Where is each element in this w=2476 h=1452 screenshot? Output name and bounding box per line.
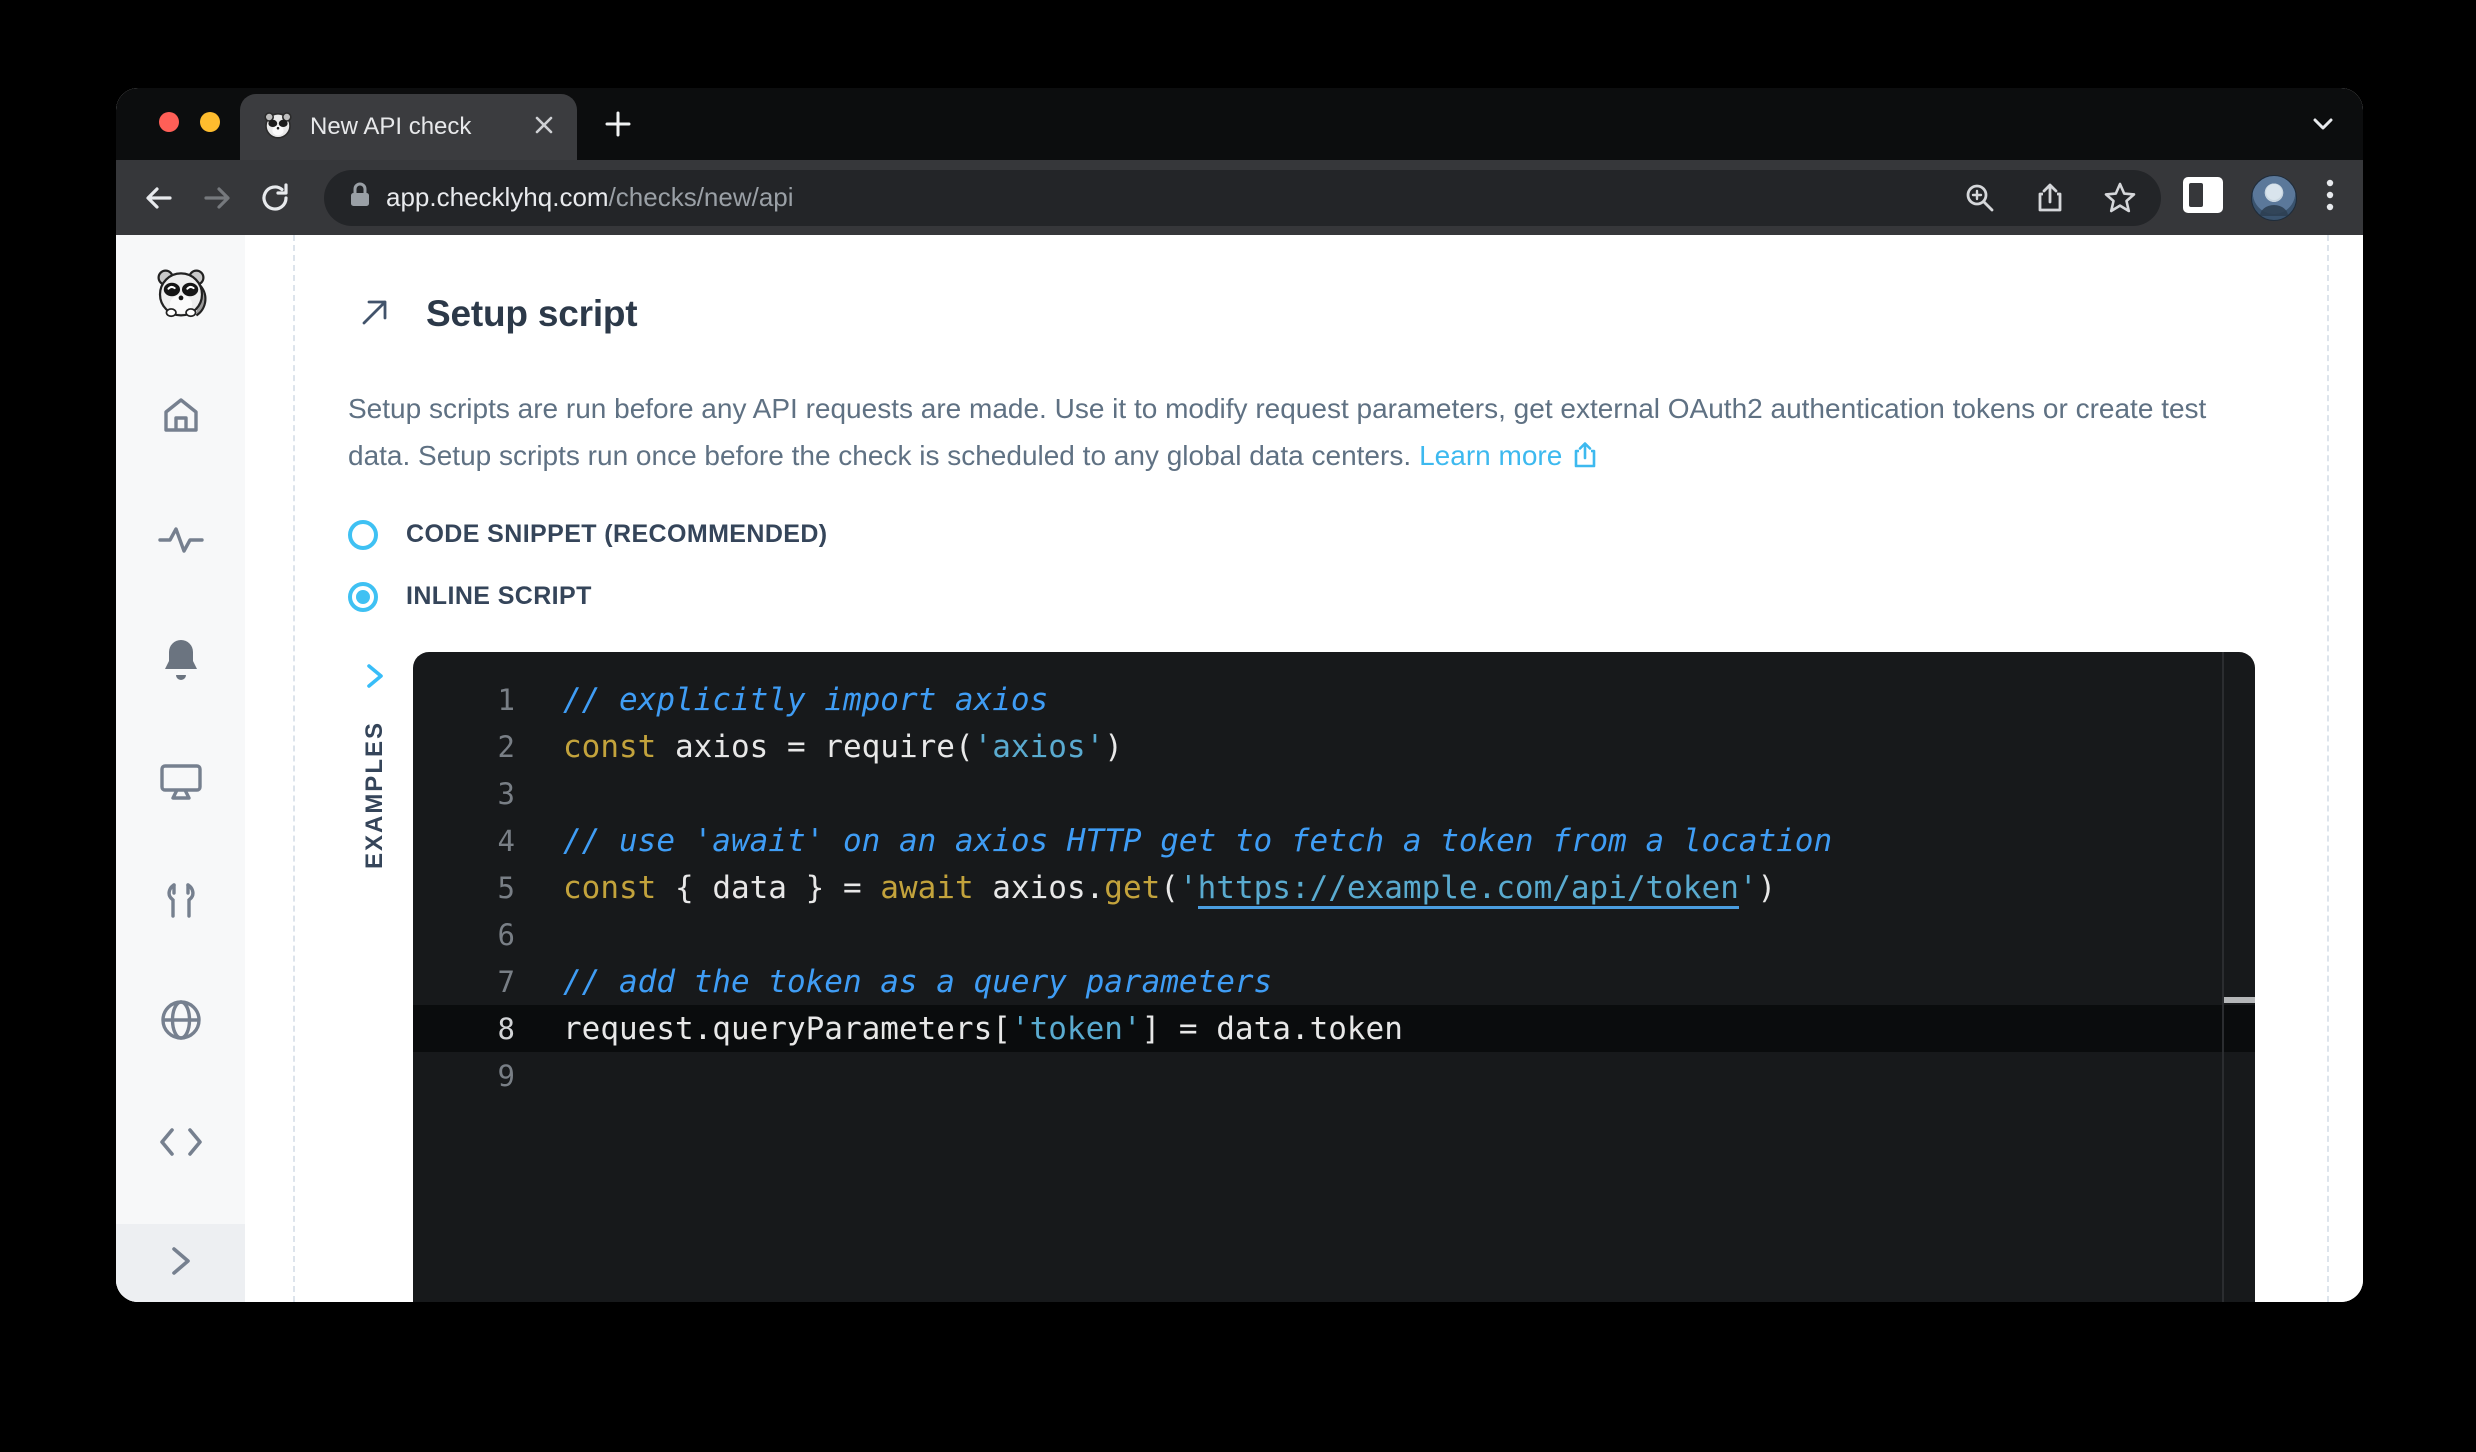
profile-avatar[interactable] xyxy=(2251,175,2297,221)
line-number: 8 xyxy=(413,1012,515,1046)
sidebar-item-monitoring-pulse[interactable] xyxy=(153,512,209,568)
learn-more-link[interactable]: Learn more xyxy=(1419,440,1562,471)
examples-label: EXAMPLES xyxy=(361,721,389,869)
line-number: 2 xyxy=(413,730,515,764)
toolbar-right-cluster xyxy=(2181,175,2337,221)
code-line[interactable]: 1 // explicitly import axios xyxy=(413,676,2255,723)
minimize-window-button[interactable] xyxy=(200,112,220,132)
browser-window: New API check app.checklyhq.com/checks/n… xyxy=(116,88,2363,1302)
line-number: 1 xyxy=(413,683,515,717)
tab-favicon-raccoon-icon xyxy=(262,109,294,146)
line-number: 5 xyxy=(413,871,515,905)
radio-option-code-snippet-recommended[interactable]: CODE SNIPPET (RECOMMENDED) xyxy=(348,519,828,550)
code-text: // use 'await' on an axios HTTP get to f… xyxy=(563,823,1832,859)
back-button[interactable] xyxy=(142,181,176,215)
radio-option-inline-script[interactable]: INLINE SCRIPT xyxy=(348,581,828,612)
checkly-raccoon-logo[interactable] xyxy=(153,265,209,321)
tab-close-icon[interactable] xyxy=(533,114,555,141)
inline-script-code-editor[interactable]: 1 // explicitly import axios 2 const axios … xyxy=(413,652,2255,1302)
setup-script-page: Setup script Setup scripts are run befor… xyxy=(245,235,2363,1302)
close-window-button[interactable] xyxy=(159,112,179,132)
tab-strip: New API check xyxy=(116,88,2363,160)
url-text: app.checklyhq.com/checks/new/api xyxy=(386,182,794,213)
line-number: 9 xyxy=(413,1059,515,1093)
code-text: const { data } = await axios.get('https:… xyxy=(563,870,1776,906)
sidebar-item-home[interactable] xyxy=(153,387,209,443)
radio-option-label: INLINE SCRIPT xyxy=(406,582,592,611)
code-line[interactable]: 5 const { data } = await axios.get('https… xyxy=(413,864,2255,911)
side-panel-icon[interactable] xyxy=(2181,175,2225,220)
new-tab-button[interactable] xyxy=(600,106,636,142)
browser-tab[interactable]: New API check xyxy=(240,94,577,160)
sidebar-footer xyxy=(116,1224,245,1302)
code-text: request.queryParameters['token'] = data.… xyxy=(563,1011,1403,1047)
sidebar-item-snippets-code[interactable] xyxy=(153,1114,209,1170)
code-line[interactable]: 7 // add the token as a query parameters xyxy=(413,958,2255,1005)
code-line[interactable]: 3 xyxy=(413,770,2255,817)
url-host: app.checklyhq.com xyxy=(386,182,609,212)
zoom-in-icon[interactable] xyxy=(1963,181,1997,215)
code-text: // explicitly import axios xyxy=(563,682,1048,718)
external-link-icon xyxy=(1572,436,1598,483)
radio-selected-icon[interactable] xyxy=(348,582,378,612)
code-text: const axios = require('axios') xyxy=(563,729,1123,765)
line-number: 7 xyxy=(413,965,515,999)
sidebar-item-browser-checks-monitor[interactable] xyxy=(153,754,209,810)
address-bar[interactable]: app.checklyhq.com/checks/new/api xyxy=(324,170,2161,226)
examples-panel-toggle[interactable]: EXAMPLES xyxy=(353,662,397,869)
app-sidebar xyxy=(116,235,245,1302)
arrow-up-right-icon xyxy=(358,295,392,334)
section-description: Setup scripts are run before any API req… xyxy=(348,385,2273,483)
radio-option-label: CODE SNIPPET (RECOMMENDED) xyxy=(406,520,828,549)
bookmark-star-icon[interactable] xyxy=(2103,181,2137,215)
section-heading-row: Setup script xyxy=(358,293,637,335)
sidebar-item-maintenance-wrench[interactable] xyxy=(153,873,209,929)
browser-toolbar: app.checklyhq.com/checks/new/api xyxy=(116,160,2363,235)
tab-title: New API check xyxy=(310,113,517,141)
left-dashed-guide xyxy=(293,235,295,1302)
code-lines: 1 // explicitly import axios 2 const axios … xyxy=(413,652,2255,1099)
reload-button[interactable] xyxy=(258,181,292,215)
code-line[interactable]: 9 xyxy=(413,1052,2255,1099)
code-line[interactable]: 2 const axios = require('axios') xyxy=(413,723,2255,770)
overview-ruler-separator xyxy=(2222,652,2224,1302)
code-line[interactable]: 6 xyxy=(413,911,2255,958)
sidebar-item-private-locations-globe[interactable] xyxy=(153,992,209,1048)
tab-search-chevron-icon[interactable] xyxy=(2307,108,2339,140)
description-text: Setup scripts are run before any API req… xyxy=(348,393,2206,471)
radio-unselected-icon[interactable] xyxy=(348,520,378,550)
right-dashed-guide xyxy=(2327,235,2329,1302)
sidebar-item-alerts-bell[interactable] xyxy=(153,632,209,688)
browser-menu-icon[interactable] xyxy=(2323,175,2337,220)
code-line[interactable]: 4 // use 'await' on an axios HTTP get to … xyxy=(413,817,2255,864)
line-number: 4 xyxy=(413,824,515,858)
examples-chevron-icon xyxy=(362,662,388,695)
lock-icon xyxy=(348,181,372,214)
line-number: 6 xyxy=(413,918,515,952)
share-icon[interactable] xyxy=(2033,181,2067,215)
line-number: 3 xyxy=(413,777,515,811)
script-type-options: CODE SNIPPET (RECOMMENDED) INLINE SCRIPT xyxy=(348,519,828,612)
page-title: Setup script xyxy=(426,293,637,335)
page-content: Setup script Setup scripts are run befor… xyxy=(116,235,2363,1302)
overview-ruler-cursor-marker xyxy=(2224,997,2255,1003)
url-path: /checks/new/api xyxy=(609,182,794,212)
forward-button[interactable] xyxy=(200,181,234,215)
expand-sidebar-chevron-icon[interactable] xyxy=(168,1244,194,1283)
code-text: // add the token as a query parameters xyxy=(563,964,1272,1000)
code-line-current[interactable]: 8 request.queryParameters['token'] = data… xyxy=(413,1005,2255,1052)
